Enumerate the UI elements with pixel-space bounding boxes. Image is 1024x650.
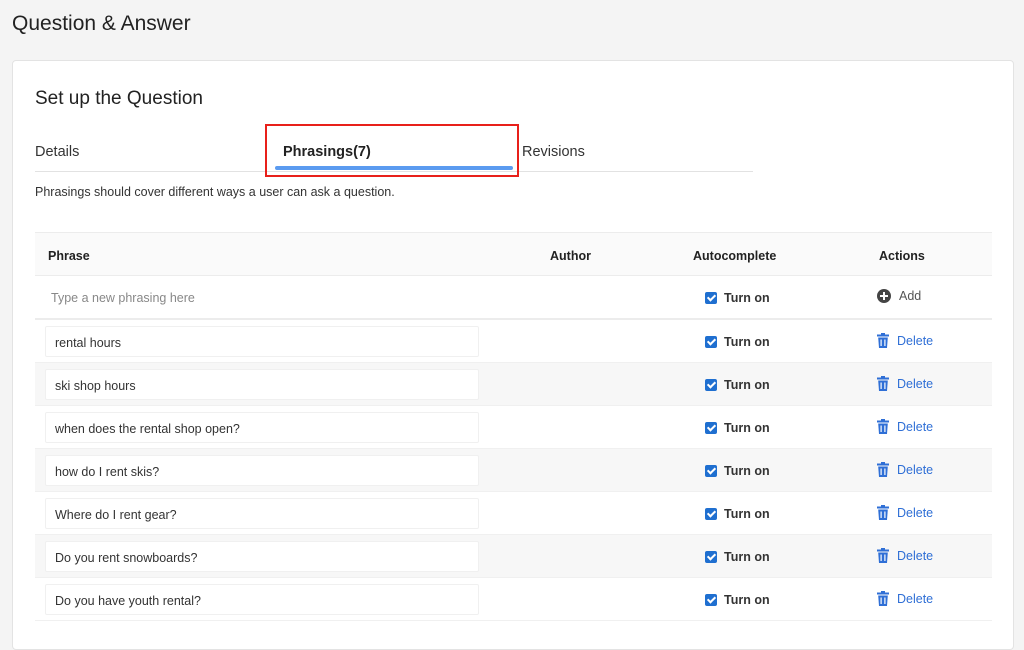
phrasings-hint: Phrasings should cover different ways a … — [35, 185, 395, 199]
table-row: Where do I rent gear? Turn on Delete — [35, 492, 992, 535]
autocomplete-label: Turn on — [724, 421, 770, 435]
autocomplete-toggle[interactable]: Turn on — [705, 291, 770, 305]
add-phrasing-button[interactable]: Add — [877, 289, 921, 303]
autocomplete-toggle[interactable]: Turn on — [705, 464, 770, 478]
autocomplete-label: Turn on — [724, 464, 770, 478]
trash-icon — [877, 548, 889, 563]
delete-label: Delete — [897, 591, 934, 606]
phrase-text: Where do I rent gear? — [55, 508, 177, 522]
tab-details[interactable]: Details — [35, 144, 79, 160]
table-row: Do you rent snowboards? Turn on Delete — [35, 535, 992, 578]
delete-button[interactable]: Delete — [877, 333, 933, 348]
phrase-field[interactable]: Do you have youth rental? — [45, 584, 479, 615]
checkbox-checked-icon[interactable] — [705, 508, 717, 520]
delete-label: Delete — [897, 376, 934, 391]
phrase-text: ski shop hours — [55, 379, 136, 393]
header-phrase: Phrase — [48, 249, 90, 263]
delete-button[interactable]: Delete — [877, 419, 933, 434]
checkbox-checked-icon[interactable] — [705, 292, 717, 304]
autocomplete-label: Turn on — [724, 593, 770, 607]
delete-label: Delete — [897, 419, 934, 434]
tab-revisions[interactable]: Revisions — [522, 144, 585, 160]
phrase-text: how do I rent skis? — [55, 465, 160, 479]
delete-label: Delete — [897, 462, 934, 477]
add-label: Add — [899, 289, 922, 303]
table-row: rental hours Turn on Delete — [35, 320, 992, 363]
trash-icon — [877, 505, 889, 520]
checkbox-checked-icon[interactable] — [705, 336, 717, 348]
delete-label: Delete — [897, 548, 934, 563]
delete-label: Delete — [897, 505, 934, 520]
header-actions: Actions — [879, 249, 925, 263]
table-row: ski shop hours Turn on Delete — [35, 363, 992, 406]
phrase-text: when does the rental shop open? — [55, 422, 240, 436]
checkbox-checked-icon[interactable] — [705, 422, 717, 434]
delete-button[interactable]: Delete — [877, 505, 933, 520]
phrase-field[interactable]: ski shop hours — [45, 369, 479, 400]
autocomplete-toggle[interactable]: Turn on — [705, 378, 770, 392]
question-setup-card: Set up the Question Details Phrasings(7)… — [12, 60, 1014, 650]
plus-circle-icon — [877, 289, 891, 303]
trash-icon — [877, 462, 889, 477]
trash-icon — [877, 419, 889, 434]
phrase-text: Do you have youth rental? — [55, 594, 201, 608]
phrase-text: Do you rent snowboards? — [55, 551, 198, 565]
phrase-field[interactable]: Do you rent snowboards? — [45, 541, 479, 572]
autocomplete-toggle[interactable]: Turn on — [705, 335, 770, 349]
trash-icon — [877, 591, 889, 606]
autocomplete-label: Turn on — [724, 550, 770, 564]
autocomplete-toggle[interactable]: Turn on — [705, 507, 770, 521]
delete-button[interactable]: Delete — [877, 462, 933, 477]
autocomplete-toggle[interactable]: Turn on — [705, 593, 770, 607]
new-phrasing-input[interactable] — [45, 284, 479, 312]
phrase-field[interactable]: when does the rental shop open? — [45, 412, 479, 443]
trash-icon — [877, 376, 889, 391]
header-author: Author — [550, 249, 591, 263]
section-title: Set up the Question — [35, 88, 203, 109]
delete-button[interactable]: Delete — [877, 376, 933, 391]
highlight-annotation-box — [265, 124, 519, 177]
autocomplete-label: Turn on — [724, 291, 770, 305]
checkbox-checked-icon[interactable] — [705, 379, 717, 391]
autocomplete-toggle[interactable]: Turn on — [705, 550, 770, 564]
table-row: how do I rent skis? Turn on Delete — [35, 449, 992, 492]
phrase-field[interactable]: how do I rent skis? — [45, 455, 479, 486]
header-autocomplete: Autocomplete — [693, 249, 777, 263]
checkbox-checked-icon[interactable] — [705, 551, 717, 563]
delete-button[interactable]: Delete — [877, 548, 933, 563]
table-header: Phrase Author Autocomplete Actions — [35, 232, 992, 276]
autocomplete-label: Turn on — [724, 335, 770, 349]
new-phrasing-row: Turn on Add — [35, 276, 992, 320]
phrase-field[interactable]: Where do I rent gear? — [45, 498, 479, 529]
checkbox-checked-icon[interactable] — [705, 465, 717, 477]
trash-icon — [877, 333, 889, 348]
checkbox-checked-icon[interactable] — [705, 594, 717, 606]
delete-button[interactable]: Delete — [877, 591, 933, 606]
autocomplete-label: Turn on — [724, 378, 770, 392]
delete-label: Delete — [897, 333, 934, 348]
phrase-field[interactable]: rental hours — [45, 326, 479, 357]
page-title: Question & Answer — [12, 12, 191, 35]
autocomplete-toggle[interactable]: Turn on — [705, 421, 770, 435]
phrasings-table: Phrase Author Autocomplete Actions Turn … — [35, 232, 992, 621]
table-row: Do you have youth rental? Turn on Delete — [35, 578, 992, 621]
autocomplete-label: Turn on — [724, 507, 770, 521]
phrase-text: rental hours — [55, 336, 122, 350]
table-row: when does the rental shop open? Turn on … — [35, 406, 992, 449]
